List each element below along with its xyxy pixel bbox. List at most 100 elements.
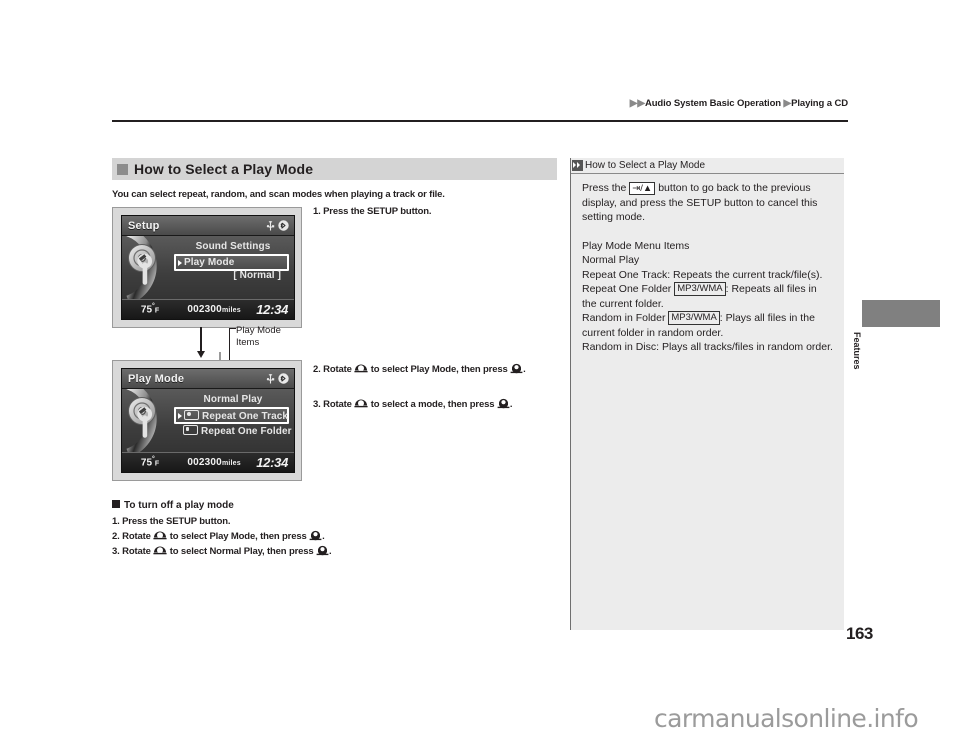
device-item-repeat-one-track[interactable]: Repeat One Track xyxy=(174,407,289,424)
step-1: 1. Press the SETUP button. xyxy=(313,206,432,217)
rotary-knob-icon xyxy=(153,546,167,555)
turn-off-heading: To turn off a play mode xyxy=(112,500,442,511)
device-body-2: Normal Play Repeat One Track Repeat One … xyxy=(122,389,294,452)
header-rule xyxy=(112,120,848,122)
mp3-wma-tag: MP3/WMA xyxy=(674,282,726,296)
section-header: How to Select a Play Mode xyxy=(112,158,557,180)
device-item-label: Repeat One Track xyxy=(202,411,289,422)
device-heading-sound-settings: Sound Settings xyxy=(195,241,271,252)
callout-label: Play Mode Items xyxy=(236,325,281,348)
step-3-text-b: to select a mode, then press xyxy=(370,399,495,410)
turn-off-step-3-c: . xyxy=(329,546,332,557)
status-icons xyxy=(266,220,289,232)
step-3: 3. Rotate to select a mode, then press . xyxy=(313,398,556,411)
selection-caret-icon xyxy=(178,259,182,266)
enter-knob-icon xyxy=(309,530,322,541)
device-status-bar-2: 75°F 002300miles 12:34 xyxy=(122,452,294,472)
device-menu-list-2: Normal Play Repeat One Track Repeat One … xyxy=(174,389,292,452)
turn-off-step-3-a: 3. Rotate xyxy=(112,546,151,557)
turn-off-step-1: 1. Press the SETUP button. xyxy=(112,516,231,527)
repeat-track-icon xyxy=(184,410,199,420)
selection-caret-icon xyxy=(178,412,182,419)
enter-knob-icon xyxy=(510,363,523,374)
odometer-2: 002300miles xyxy=(187,457,241,468)
back-button-icon: ⇥/▲ xyxy=(629,182,656,195)
info-item-repeat-one-track: Repeat One Track: Repeats the current tr… xyxy=(582,268,823,281)
device-screen-setup: Setup Sound Settings Play Mode [Normal … xyxy=(121,215,295,320)
step-2: 2. Rotate to select Play Mode, then pres… xyxy=(313,363,556,376)
device-row-value: [ Normal ] xyxy=(233,270,281,281)
device-status-bar: 75°F 002300miles 12:34 xyxy=(122,299,294,319)
device-title-bar: Setup xyxy=(122,216,294,236)
clock-2: 12:34 xyxy=(256,455,288,470)
enter-knob-icon xyxy=(497,398,510,409)
callout-arrow-shaft xyxy=(200,327,202,353)
turn-off-step-3: 3. Rotate to select Normal Play, then pr… xyxy=(112,544,442,559)
step-3-text-a: 3. Rotate xyxy=(313,399,352,410)
breadcrumb-item-1: Audio System Basic Operation xyxy=(644,98,781,109)
device-screen-play-mode: Play Mode Normal Play Repeat One Track R… xyxy=(121,368,295,473)
disc-setup-icon xyxy=(126,389,157,452)
step-2-text-a: 2. Rotate xyxy=(313,364,352,375)
callout-line-1: Play Mode xyxy=(236,325,281,336)
turn-off-section: To turn off a play mode 1. Press the SET… xyxy=(112,500,442,559)
outside-temperature: 75°F xyxy=(140,303,160,316)
device-item-label-2: Repeat One Folder xyxy=(201,426,292,437)
breadcrumb-arrow-icon-2: ▶ xyxy=(783,98,792,109)
section-bullet-icon xyxy=(117,163,128,175)
screenshot-setup: Setup Sound Settings Play Mode [Normal … xyxy=(112,207,302,328)
section-intro: You can select repeat, random, and scan … xyxy=(112,189,445,200)
info-p1-a: Press the xyxy=(582,182,627,194)
device-menu-list: Sound Settings Play Mode [ Normal ] xyxy=(174,236,292,299)
info-panel-body: Press the ⇥/▲ button to go back to the p… xyxy=(571,174,844,355)
turn-off-step-2-b: to select Play Mode, then press xyxy=(169,531,307,542)
left-column: How to Select a Play Mode You can select… xyxy=(112,158,557,200)
manual-page: ▶▶Audio System Basic Operation ▶Playing … xyxy=(0,0,960,742)
odometer: 002300miles xyxy=(187,304,241,315)
turn-off-step-2-c: . xyxy=(322,531,325,542)
page-number: 163 xyxy=(846,624,873,643)
callout-arrow-head-icon xyxy=(196,351,205,358)
turn-off-step-3-b: to select Normal Play, then press xyxy=(169,546,314,557)
clock: 12:34 xyxy=(256,302,288,317)
info-panel: How to Select a Play Mode Press the ⇥/▲ … xyxy=(570,158,844,630)
turn-off-step-2-a: 2. Rotate xyxy=(112,531,151,542)
callout-line-2: Items xyxy=(236,336,260,348)
breadcrumb-item-2: Playing a CD xyxy=(791,98,848,109)
enter-knob-icon xyxy=(316,545,329,556)
double-chevron-icon xyxy=(572,160,583,171)
device-item-repeat-one-folder[interactable]: Repeat One Folder xyxy=(174,424,292,439)
step-2-text-c: . xyxy=(523,364,526,375)
info-random-folder-a: Random in Folder xyxy=(582,312,666,324)
step-3-text-c: . xyxy=(509,399,513,410)
device-screen-title: Setup xyxy=(128,219,160,232)
info-paragraph-1: Press the ⇥/▲ button to go back to the p… xyxy=(582,181,834,225)
mp3-wma-tag-2: MP3/WMA xyxy=(668,311,720,325)
outside-temperature-2: 75°F xyxy=(140,456,160,469)
rotary-knob-icon xyxy=(354,399,368,408)
rotary-knob-icon xyxy=(153,531,167,540)
turn-off-step-2: 2. Rotate to select Play Mode, then pres… xyxy=(112,529,442,544)
device-title-bar-2: Play Mode xyxy=(122,369,294,389)
info-item-random-in-disc: Random in Disc: Plays all tracks/files i… xyxy=(582,341,833,353)
section-thumb-tab-label: Features xyxy=(852,332,862,370)
device-item-normal-play[interactable]: Normal Play xyxy=(174,392,292,407)
bluetooth-icon xyxy=(278,220,289,231)
info-item-random-in-folder: Random in Folder MP3/WMA: Plays all file… xyxy=(582,311,834,340)
info-menu-items-heading: Play Mode Menu Items xyxy=(582,239,690,252)
info-item-normal-play: Normal Play xyxy=(582,254,640,266)
repeat-folder-icon xyxy=(183,425,198,435)
info-item-repeat-one-folder: Repeat One Folder MP3/WMA: Repeats all f… xyxy=(582,282,834,311)
info-panel-header: How to Select a Play Mode xyxy=(571,158,844,174)
usb-icon xyxy=(266,220,275,230)
turn-off-heading-text: To turn off a play mode xyxy=(124,500,234,511)
breadcrumb-arrow-icon: ▶▶ xyxy=(629,98,645,109)
rotary-knob-icon xyxy=(354,364,368,373)
info-panel-title: How to Select a Play Mode xyxy=(585,160,706,171)
bluetooth-icon xyxy=(278,373,289,384)
section-thumb-tab xyxy=(862,300,940,327)
device-row-play-mode[interactable]: Play Mode [ Normal ] xyxy=(174,254,289,281)
status-icons-2 xyxy=(266,373,289,385)
watermark: carmanualsonline.info xyxy=(654,704,919,733)
